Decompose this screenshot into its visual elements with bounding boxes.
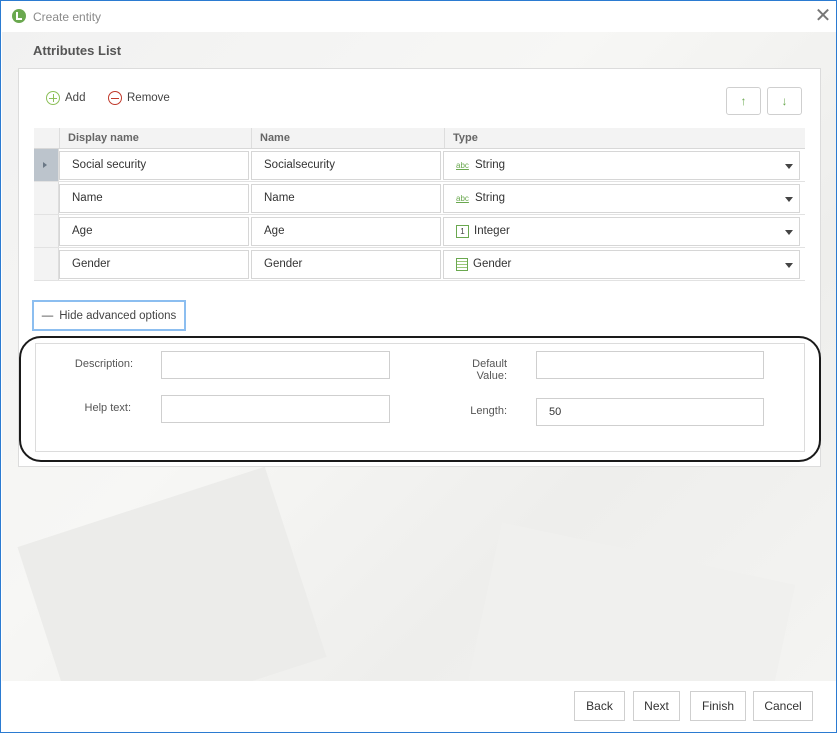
table-row[interactable]: Age Age 1 Integer xyxy=(34,215,805,248)
hide-advanced-options-button[interactable]: — Hide advanced options xyxy=(32,300,186,331)
description-field[interactable] xyxy=(161,351,390,379)
table-row[interactable]: Name Name abc String xyxy=(34,182,805,215)
add-icon xyxy=(46,91,60,105)
type-select[interactable]: abc String xyxy=(443,151,800,180)
name-cell[interactable]: Name xyxy=(251,184,441,213)
default-label-line1: Default xyxy=(472,358,507,370)
app-logo-icon xyxy=(12,9,26,23)
integer-icon: 1 xyxy=(456,225,469,238)
remove-icon xyxy=(108,91,122,105)
table-icon xyxy=(456,258,468,271)
add-button[interactable]: Add xyxy=(46,91,85,105)
close-icon[interactable]: ✕ xyxy=(813,5,833,27)
column-header-name[interactable]: Name xyxy=(251,128,444,148)
column-header-type[interactable]: Type xyxy=(444,128,804,148)
column-header-display-name[interactable]: Display name xyxy=(59,128,251,148)
length-label: Length: xyxy=(470,405,507,417)
name-cell[interactable]: Age xyxy=(251,217,441,246)
row-selector-header xyxy=(34,128,59,148)
display-name-cell[interactable]: Age xyxy=(59,217,249,246)
description-label: Description: xyxy=(74,358,133,370)
remove-button[interactable]: Remove xyxy=(108,91,170,105)
cancel-button[interactable]: Cancel xyxy=(753,691,813,721)
type-select[interactable]: Gender xyxy=(443,250,800,279)
title-bar: Create entity ✕ xyxy=(1,1,836,32)
abc-string-icon: abc xyxy=(456,194,469,203)
type-value: String xyxy=(475,159,506,171)
row-selector[interactable] xyxy=(34,149,59,181)
name-cell[interactable]: Gender xyxy=(251,250,441,279)
remove-label: Remove xyxy=(127,92,170,104)
default-label-line2: Value: xyxy=(476,370,507,382)
table-header: Display name Name Type xyxy=(34,128,805,149)
add-label: Add xyxy=(65,92,86,104)
type-select[interactable]: 1 Integer xyxy=(443,217,800,246)
table-row[interactable]: Gender Gender Gender xyxy=(34,248,805,281)
display-name-cell[interactable]: Gender xyxy=(59,250,249,279)
table-row[interactable]: Social security Socialsecurity abc Strin… xyxy=(34,149,805,182)
section-title: Attributes List xyxy=(33,43,122,58)
window-title: Create entity xyxy=(33,10,102,24)
dropdown-arrow-icon[interactable] xyxy=(785,230,793,235)
next-button[interactable]: Next xyxy=(633,691,680,721)
dropdown-arrow-icon[interactable] xyxy=(785,263,793,268)
dropdown-arrow-icon[interactable] xyxy=(785,197,793,202)
help-text-field[interactable] xyxy=(161,395,390,423)
row-selector[interactable] xyxy=(34,182,59,214)
display-name-cell[interactable]: Social security xyxy=(59,151,249,180)
row-selector[interactable] xyxy=(34,215,59,247)
type-value: Integer xyxy=(474,225,510,237)
length-field[interactable]: 50 xyxy=(536,398,764,426)
move-down-button[interactable]: ↓ xyxy=(767,87,802,115)
attributes-panel: Add Remove ↑ ↓ Display name Name Type So… xyxy=(18,68,821,467)
default-value-field[interactable] xyxy=(536,351,764,379)
move-up-button[interactable]: ↑ xyxy=(726,87,761,115)
attributes-table: Display name Name Type Social security S… xyxy=(34,128,805,281)
dropdown-arrow-icon[interactable] xyxy=(785,164,793,169)
collapse-icon: — xyxy=(41,309,54,322)
help-text-label: Help text: xyxy=(84,402,131,414)
default-value-label: Default Value: xyxy=(459,358,507,382)
display-name-cell[interactable]: Name xyxy=(59,184,249,213)
create-entity-window: Create entity ✕ Attributes List Add Remo… xyxy=(0,0,837,733)
abc-string-icon: abc xyxy=(456,161,469,170)
row-selector[interactable] xyxy=(34,248,59,280)
type-value: String xyxy=(475,192,506,204)
finish-button[interactable]: Finish xyxy=(690,691,746,721)
type-select[interactable]: abc String xyxy=(443,184,800,213)
type-value: Gender xyxy=(473,258,512,270)
footer-bar: Back Next Finish Cancel xyxy=(2,681,836,732)
hide-advanced-label: Hide advanced options xyxy=(59,309,177,322)
back-button[interactable]: Back xyxy=(574,691,625,721)
name-cell[interactable]: Socialsecurity xyxy=(251,151,441,180)
